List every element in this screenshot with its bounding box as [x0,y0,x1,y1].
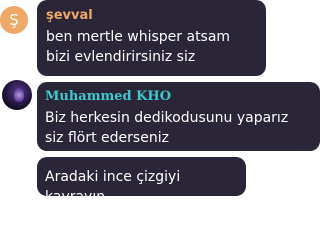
avatar-letter: Ş [9,11,19,29]
message-text: ben mertle whisper atsam bizi evlendirir… [46,29,231,65]
avatar-image [14,88,24,102]
avatar[interactable] [2,80,32,110]
message-bubble[interactable]: Muhammed KHO Biz herkesin dedikodusunu y… [37,82,320,151]
message-bubble[interactable]: şevval ben mertle whisper atsam bizi evl… [37,0,266,76]
message-text: Aradaki ince çizgiyi kavrayın [45,169,181,205]
message-bubble[interactable]: Aradaki ince çizgiyi kavrayın [37,157,246,205]
avatar[interactable]: Ş [0,6,28,34]
author-name[interactable]: Muhammed KHO [45,88,310,105]
author-name[interactable]: şevval [46,7,256,24]
message-text: Biz herkesin dedikodusunu yaparız siz fl… [45,110,289,146]
